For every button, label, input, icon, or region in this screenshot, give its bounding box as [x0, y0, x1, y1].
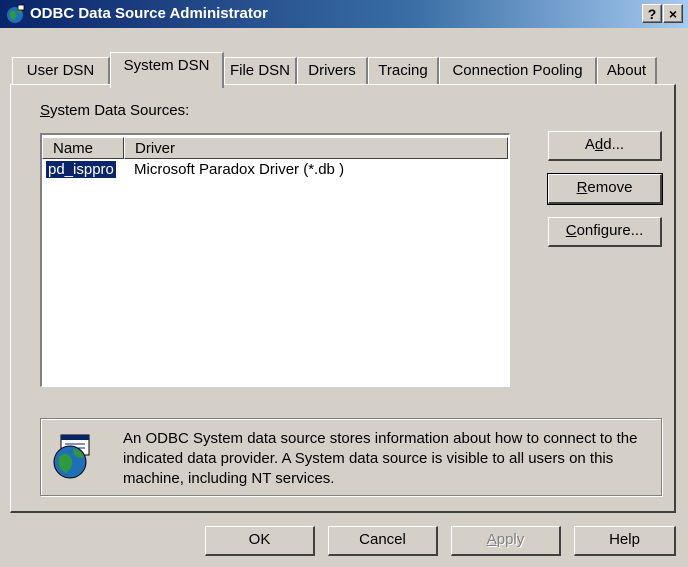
row-driver-cell: Microsoft Paradox Driver (*.db ) — [134, 161, 345, 178]
tab-label: File DSN — [229, 62, 290, 79]
tab-label: About — [606, 62, 647, 79]
tab-drivers[interactable]: Drivers — [297, 57, 368, 85]
system-data-sources-label: System Data Sources: — [40, 102, 189, 119]
tab-connection-pooling[interactable]: Connection Pooling — [439, 57, 597, 85]
column-header-driver[interactable]: Driver — [124, 137, 508, 159]
odbc-app-icon — [7, 4, 25, 23]
tab-file-dsn[interactable]: File DSN — [224, 57, 297, 85]
data-sources-list[interactable]: Name Driver pd_isppro Microsoft Paradox … — [40, 133, 510, 387]
mnemonic: A — [486, 531, 497, 548]
tab-system-dsn[interactable]: System DSN — [110, 52, 224, 88]
remove-button[interactable]: Remove — [547, 173, 663, 205]
tab-label: Connection Pooling — [452, 62, 583, 79]
mnemonic: R — [576, 179, 588, 196]
column-header-name[interactable]: Name — [42, 137, 124, 159]
title-bar[interactable]: ODBC Data Source Administrator ? × — [0, 0, 688, 28]
label-text: onfigure... — [576, 222, 644, 239]
tab-about[interactable]: About — [597, 57, 657, 85]
odbc-globe-icon — [53, 434, 90, 479]
tab-label: User DSN — [26, 62, 95, 79]
cancel-button[interactable]: Cancel — [328, 526, 438, 556]
mnemonic: C — [565, 222, 577, 239]
tab-tracing[interactable]: Tracing — [368, 57, 439, 85]
context-help-button[interactable]: ? — [642, 4, 662, 23]
tab-label: System DSN — [123, 57, 210, 74]
label-text: pply — [496, 531, 525, 548]
configure-button[interactable]: Configure... — [548, 217, 662, 247]
apply-button[interactable]: Apply — [451, 526, 561, 556]
help-button[interactable]: Help — [574, 526, 676, 556]
info-description: An ODBC System data source stores inform… — [123, 430, 638, 487]
window-title: ODBC Data Source Administrator — [30, 5, 268, 22]
mnemonic: d — [594, 136, 604, 153]
tab-user-dsn[interactable]: User DSN — [12, 57, 110, 85]
label-text: ystem Data Sources: — [50, 102, 190, 119]
close-button[interactable]: × — [663, 4, 683, 23]
ok-button[interactable]: OK — [205, 526, 315, 556]
column-header-label: Driver — [135, 140, 175, 157]
info-group-box: An ODBC System data source stores inform… — [40, 418, 662, 496]
mnemonic: S — [40, 102, 51, 119]
row-name-cell[interactable]: pd_isppro — [45, 160, 117, 179]
label-text: A — [584, 136, 595, 153]
column-header-label: Name — [53, 140, 94, 157]
label-text: emove — [587, 179, 633, 196]
odbc-dialog-window: ODBC Data Source Administrator ? × User … — [0, 0, 688, 567]
add-button[interactable]: Add... — [548, 131, 662, 161]
label-text: d... — [603, 136, 625, 153]
tab-label: Drivers — [308, 62, 356, 79]
tab-label: Tracing — [378, 62, 428, 79]
